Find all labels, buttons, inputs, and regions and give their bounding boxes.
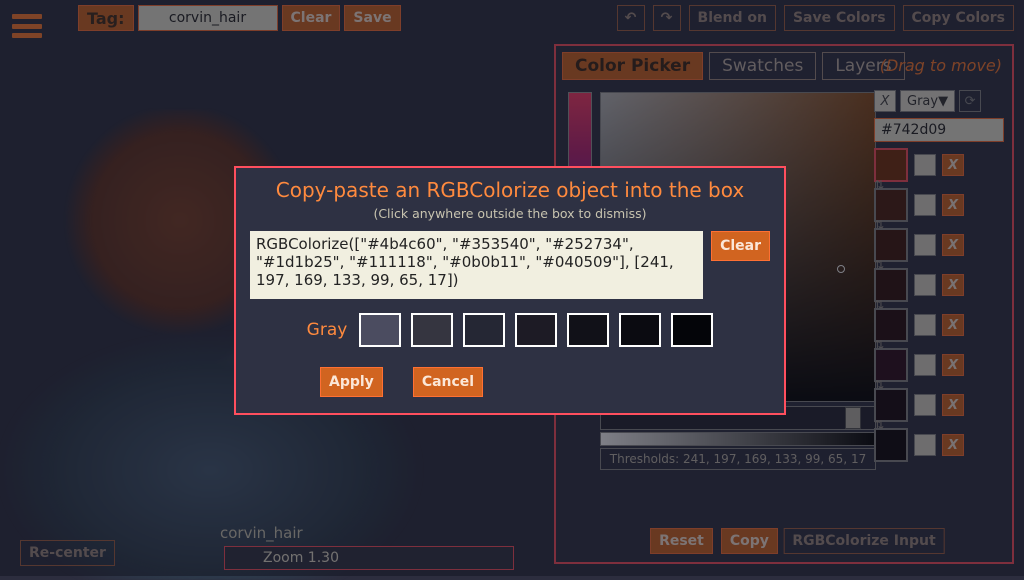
cancel-button[interactable]: Cancel [413, 367, 483, 397]
apply-button[interactable]: Apply [320, 367, 383, 397]
modal-swatch-label: Gray [307, 320, 348, 340]
modal-hint: (Click anywhere outside the box to dismi… [250, 206, 770, 221]
rgbcolorize-modal: Copy-paste an RGBColorize object into th… [234, 166, 786, 415]
preview-swatch [411, 313, 453, 347]
modal-clear-button[interactable]: Clear [711, 231, 770, 261]
rgbcolorize-textarea[interactable]: RGBColorize(["#4b4c60", "#353540", "#252… [250, 231, 703, 299]
preview-swatch [463, 313, 505, 347]
preview-swatch [515, 313, 557, 347]
preview-swatch [619, 313, 661, 347]
preview-swatch [671, 313, 713, 347]
preview-swatch [567, 313, 609, 347]
modal-title: Copy-paste an RGBColorize object into th… [250, 178, 770, 202]
preview-swatch [359, 313, 401, 347]
